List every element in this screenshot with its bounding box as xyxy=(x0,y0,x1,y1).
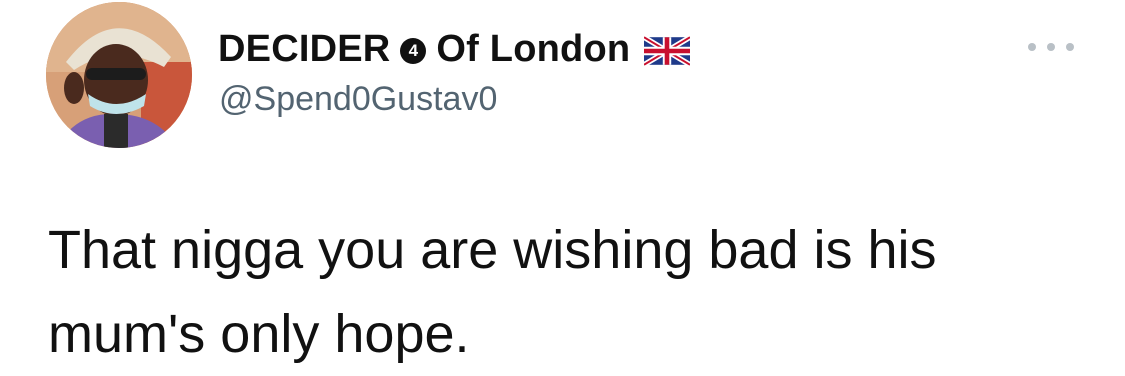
more-dot xyxy=(1047,43,1055,51)
more-dot xyxy=(1028,43,1036,51)
avatar[interactable] xyxy=(46,2,192,148)
number-badge-icon: 4 xyxy=(400,37,427,64)
tweet-card: DECIDER 4 Of London @Spend0Gustav0 That … xyxy=(0,0,1125,374)
avatar-image xyxy=(46,2,192,148)
display-name-part1: DECIDER xyxy=(218,28,391,70)
user-handle[interactable]: @Spend0Gustav0 xyxy=(219,80,497,119)
tweet-text: That nigga you are wishing bad is his mu… xyxy=(48,208,1098,376)
more-dot xyxy=(1066,43,1074,51)
display-name-row[interactable]: DECIDER 4 Of London xyxy=(218,28,691,71)
tweet-text-line-1: That nigga you are wishing bad is his xyxy=(48,220,937,280)
uk-flag-icon xyxy=(644,35,691,66)
tweet-text-line-2: mum's only hope. xyxy=(48,304,470,364)
more-options-icon[interactable] xyxy=(1028,36,1074,58)
display-name-part2: Of London xyxy=(436,28,631,70)
